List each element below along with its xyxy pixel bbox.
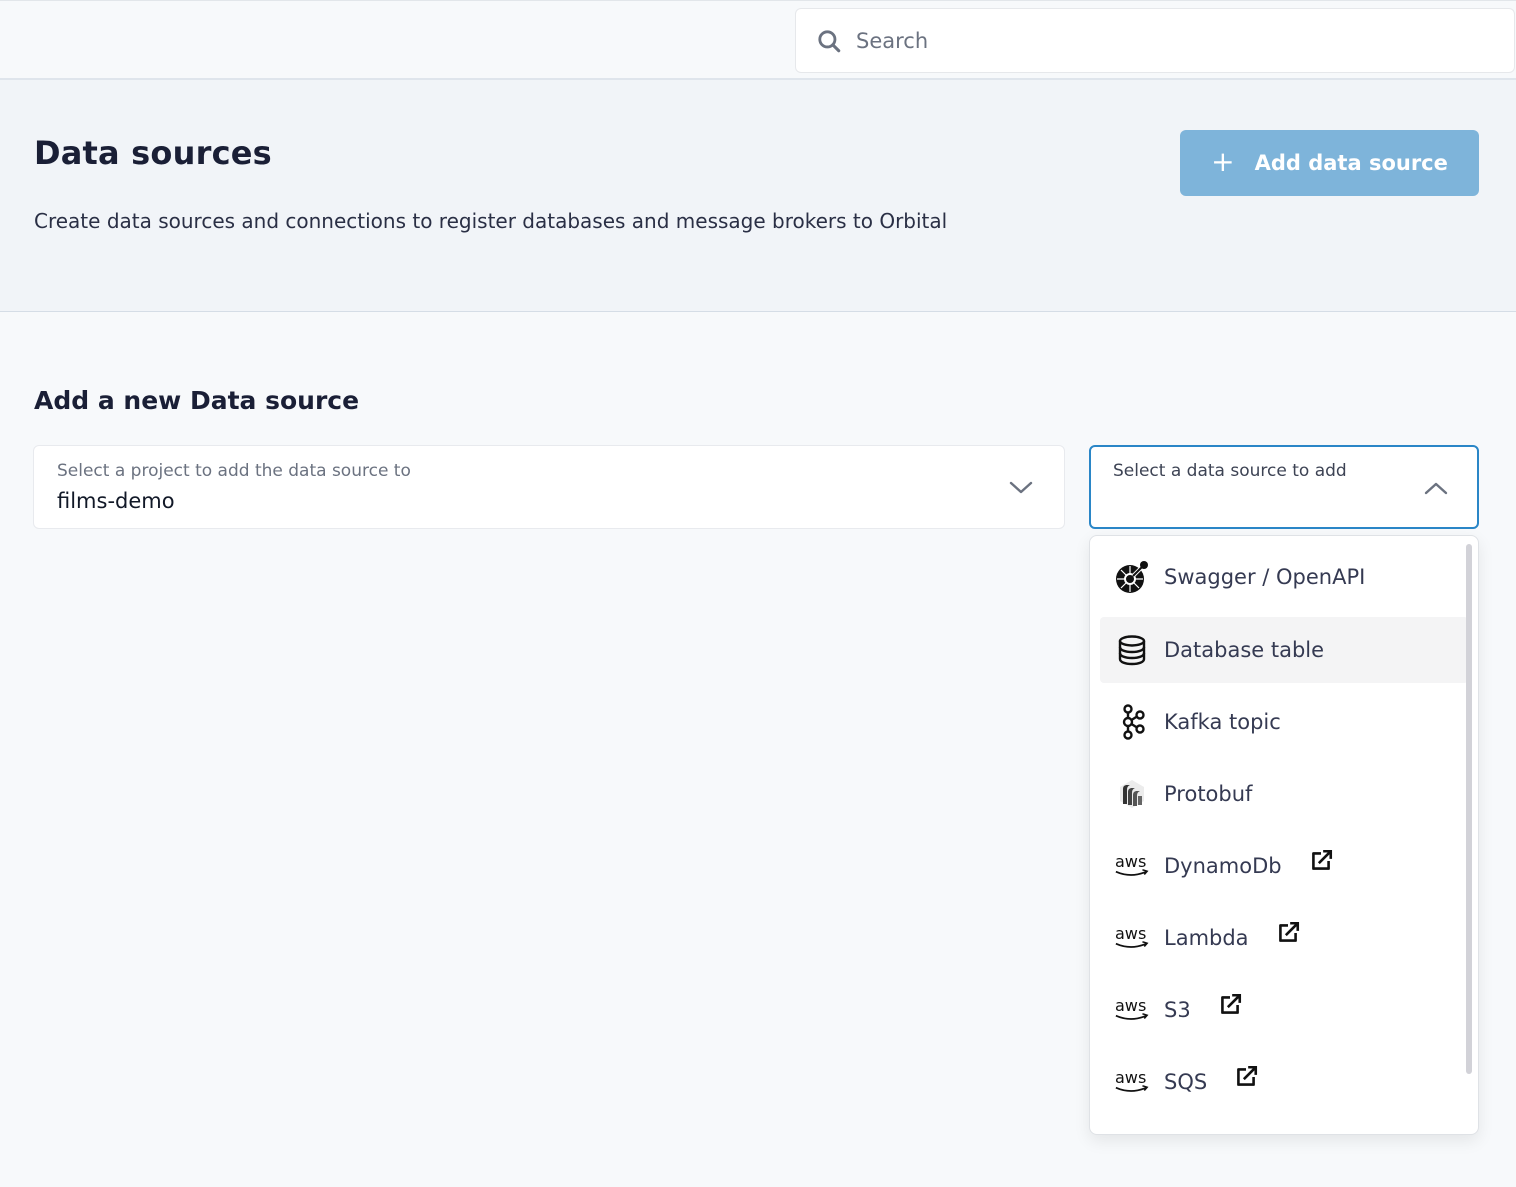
- option-label: Swagger / OpenAPI: [1164, 565, 1366, 589]
- aws-icon: aws: [1114, 1064, 1150, 1100]
- aws-icon: aws: [1114, 848, 1150, 884]
- database-icon: [1114, 632, 1150, 668]
- protobuf-icon: [1114, 776, 1150, 812]
- chevron-down-icon[interactable]: [1008, 480, 1034, 496]
- dropdown-scrollbar[interactable]: [1466, 544, 1472, 1074]
- option-s3[interactable]: aws S3: [1100, 977, 1468, 1043]
- page-title: Data sources: [34, 134, 272, 172]
- option-kafka-topic[interactable]: Kafka topic: [1100, 689, 1468, 755]
- svg-text:aws: aws: [1115, 924, 1146, 943]
- data-source-select[interactable]: Select a data source to add: [1089, 445, 1479, 529]
- page-header: Data sources Create data sources and con…: [0, 80, 1516, 312]
- add-data-source-label: Add data source: [1254, 151, 1448, 175]
- svg-text:aws: aws: [1115, 996, 1146, 1015]
- project-select-value: films-demo: [57, 489, 175, 513]
- external-link-icon[interactable]: [1308, 848, 1334, 874]
- external-link-icon[interactable]: [1217, 992, 1243, 1018]
- add-data-source-button[interactable]: + Add data source: [1180, 130, 1479, 196]
- option-sqs[interactable]: aws SQS: [1100, 1049, 1468, 1115]
- option-dynamodb[interactable]: aws DynamoDb: [1100, 833, 1468, 899]
- aws-icon: aws: [1114, 992, 1150, 1028]
- option-database-table[interactable]: Database table: [1100, 617, 1468, 683]
- search-box[interactable]: [795, 8, 1515, 73]
- project-select[interactable]: Select a project to add the data source …: [33, 445, 1065, 529]
- plus-icon: +: [1211, 144, 1235, 178]
- search-input[interactable]: [856, 28, 1456, 53]
- page-description: Create data sources and connections to r…: [34, 209, 948, 233]
- data-source-dropdown: Swagger / OpenAPI Database table Kafka t…: [1089, 535, 1479, 1135]
- option-label: Lambda: [1164, 926, 1249, 950]
- external-link-icon[interactable]: [1233, 1064, 1259, 1090]
- option-label: Protobuf: [1164, 782, 1253, 806]
- option-protobuf[interactable]: Protobuf: [1100, 761, 1468, 827]
- aws-icon: aws: [1114, 920, 1150, 956]
- kafka-icon: [1114, 704, 1150, 740]
- search-icon: [818, 29, 841, 52]
- option-swagger[interactable]: Swagger / OpenAPI: [1100, 544, 1468, 610]
- project-select-label: Select a project to add the data source …: [57, 461, 411, 481]
- section-title: Add a new Data source: [34, 386, 360, 415]
- data-source-select-label: Select a data source to add: [1113, 461, 1347, 481]
- svg-text:aws: aws: [1115, 852, 1146, 871]
- svg-text:aws: aws: [1115, 1068, 1146, 1087]
- option-label: DynamoDb: [1164, 854, 1282, 878]
- chevron-up-icon[interactable]: [1423, 480, 1449, 496]
- option-lambda[interactable]: aws Lambda: [1100, 905, 1468, 971]
- option-label: Kafka topic: [1164, 710, 1281, 734]
- option-label: SQS: [1164, 1070, 1208, 1094]
- external-link-icon[interactable]: [1275, 920, 1301, 946]
- top-bar: [0, 0, 1516, 80]
- swagger-icon: [1114, 559, 1150, 595]
- option-label: S3: [1164, 998, 1191, 1022]
- option-label: Database table: [1164, 638, 1325, 662]
